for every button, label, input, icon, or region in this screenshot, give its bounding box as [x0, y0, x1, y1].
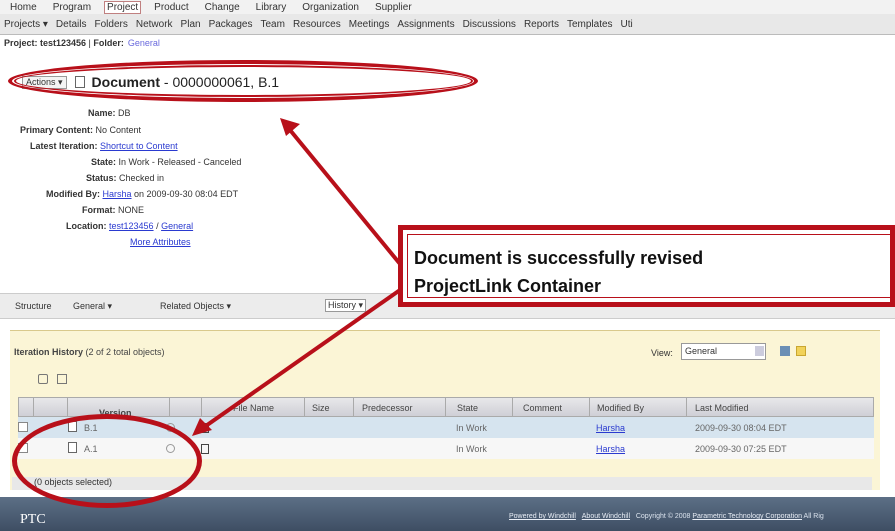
- annotation-callout: Document is successfully revised Project…: [398, 225, 895, 307]
- callout-text: Document is successfully revised Project…: [414, 244, 703, 300]
- callout-line-2: ProjectLink Container: [414, 276, 602, 296]
- callout-line-1: Document is successfully revised: [414, 248, 704, 268]
- annotation-ellipse-rows: [12, 414, 202, 508]
